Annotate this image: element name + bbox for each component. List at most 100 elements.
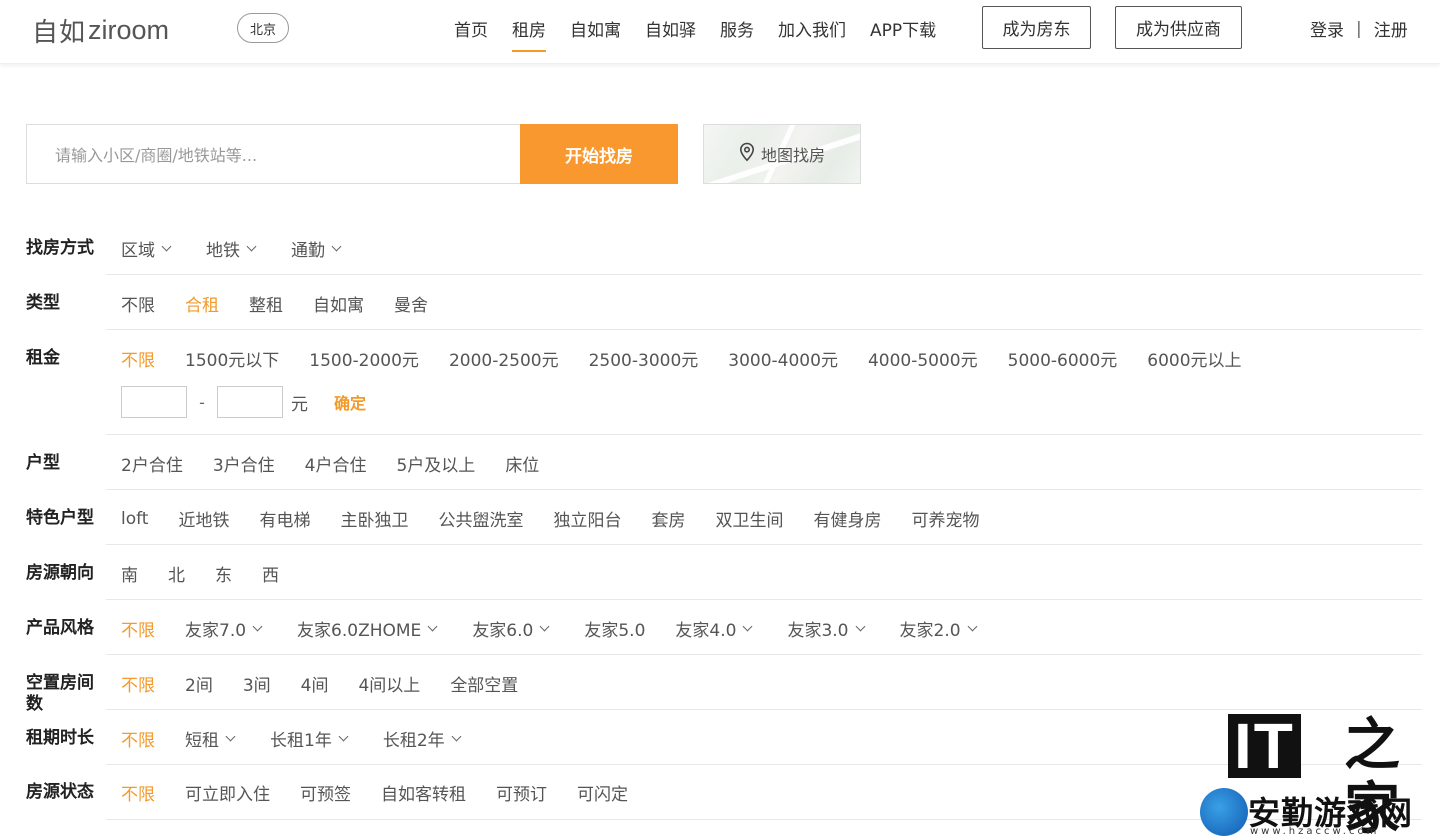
vacant-option[interactable]: 不限 <box>121 671 155 696</box>
nav-app-download[interactable]: APP下载 <box>870 0 936 56</box>
style-option[interactable]: 友家6.0ZHOME <box>297 616 438 641</box>
search-input[interactable]: 请输入小区/商圈/地铁站等... <box>26 124 520 184</box>
type-option-any[interactable]: 不限 <box>121 291 155 316</box>
chevron-down-icon <box>246 241 257 251</box>
method-option-commute[interactable]: 通勤 <box>291 236 342 261</box>
filter-options: 不限 友家7.0 友家6.0ZHOME 友家6.0 友家5.0 友家4.0 友家… <box>121 616 977 641</box>
style-option[interactable]: 不限 <box>121 616 155 641</box>
filter-label: 找房方式 <box>26 238 94 258</box>
divider <box>106 489 1422 490</box>
method-option-subway[interactable]: 地铁 <box>206 236 257 261</box>
rent-option[interactable]: 1500-2000元 <box>309 346 419 371</box>
layout-option[interactable]: 3户合住 <box>213 451 275 476</box>
vacant-option[interactable]: 3间 <box>243 671 271 696</box>
divider <box>106 599 1422 600</box>
orientation-option[interactable]: 东 <box>215 561 232 586</box>
method-option-district[interactable]: 区域 <box>121 236 172 261</box>
feature-option[interactable]: 双卫生间 <box>715 506 783 531</box>
search-button[interactable]: 开始找房 <box>520 124 678 184</box>
filter-options: loft 近地铁 有电梯 主卧独卫 公共盥洗室 独立阳台 套房 双卫生间 有健身… <box>121 506 979 532</box>
chevron-down-icon <box>539 621 550 631</box>
lease-option[interactable]: 短租 <box>185 726 236 751</box>
nav-rent[interactable]: 租房 <box>512 0 546 56</box>
feature-option[interactable]: 有健身房 <box>813 506 881 531</box>
filter-label: 房源状态 <box>26 782 94 802</box>
nav-ziroom-station[interactable]: 自如驿 <box>645 0 696 56</box>
type-option-manshe[interactable]: 曼舍 <box>394 291 428 316</box>
ziroom-logo[interactable]: 自如 ziroom <box>32 12 169 48</box>
nav-ziroom-apartment[interactable]: 自如寓 <box>570 0 621 56</box>
vacant-option[interactable]: 2间 <box>185 671 213 696</box>
chevron-down-icon <box>451 731 462 741</box>
rent-option[interactable]: 不限 <box>121 346 155 371</box>
chevron-down-icon <box>331 241 342 251</box>
become-landlord-button[interactable]: 成为房东 <box>982 6 1091 49</box>
status-option[interactable]: 可立即入住 <box>185 780 270 805</box>
orientation-option[interactable]: 西 <box>262 561 279 586</box>
rent-confirm-button[interactable]: 确定 <box>334 390 366 414</box>
style-option[interactable]: 友家4.0 <box>675 616 753 641</box>
feature-option[interactable]: loft <box>121 509 148 529</box>
rent-max-input[interactable] <box>217 386 283 418</box>
status-option[interactable]: 可预订 <box>496 780 547 805</box>
become-supplier-button[interactable]: 成为供应商 <box>1115 6 1242 49</box>
orientation-option[interactable]: 南 <box>121 561 138 586</box>
feature-option[interactable]: 独立阳台 <box>553 506 621 531</box>
city-selector[interactable]: 北京 <box>237 13 289 43</box>
vacant-option[interactable]: 全部空置 <box>450 671 518 696</box>
lease-option[interactable]: 不限 <box>121 726 155 751</box>
filter-label: 房源朝向 <box>26 563 94 583</box>
style-option[interactable]: 友家7.0 <box>185 616 263 641</box>
login-link[interactable]: 登录 <box>1310 16 1344 41</box>
layout-option[interactable]: 4户合住 <box>305 451 367 476</box>
status-option[interactable]: 不限 <box>121 780 155 805</box>
option-text: 友家6.0 <box>472 621 534 641</box>
status-option[interactable]: 可闪定 <box>577 780 628 805</box>
orientation-option[interactable]: 北 <box>168 561 185 586</box>
nav-service[interactable]: 服务 <box>720 0 754 56</box>
lease-option[interactable]: 长租1年 <box>270 726 349 751</box>
rent-option[interactable]: 3000-4000元 <box>728 346 838 371</box>
map-search-button[interactable]: 地图找房 <box>703 124 861 184</box>
feature-option[interactable]: 有电梯 <box>259 506 310 531</box>
layout-option[interactable]: 2户合住 <box>121 451 183 476</box>
chevron-down-icon <box>743 621 753 631</box>
chevron-down-icon <box>225 731 236 741</box>
filter-label: 空置房间数 <box>26 673 94 714</box>
rent-option[interactable]: 2000-2500元 <box>449 346 559 371</box>
map-search-label: 地图找房 <box>760 146 825 165</box>
status-option[interactable]: 自如客转租 <box>381 780 466 805</box>
layout-option[interactable]: 5户及以上 <box>396 451 475 476</box>
filter-label: 租期时长 <box>26 728 94 748</box>
filter-label: 产品风格 <box>26 618 94 638</box>
rent-option[interactable]: 6000元以上 <box>1147 346 1241 371</box>
feature-option[interactable]: 近地铁 <box>178 506 229 531</box>
type-option-whole[interactable]: 整租 <box>249 291 283 316</box>
vacant-option[interactable]: 4间以上 <box>358 671 420 696</box>
style-option[interactable]: 友家2.0 <box>900 616 977 641</box>
style-option[interactable]: 友家5.0 <box>584 616 645 641</box>
layout-option[interactable]: 床位 <box>505 451 539 476</box>
rent-option[interactable]: 4000-5000元 <box>868 346 978 371</box>
feature-option[interactable]: 主卧独卫 <box>340 506 408 531</box>
watermark: IT 之家 安勤游戏网 www.hzaccw.com <box>1196 710 1436 840</box>
rent-option[interactable]: 5000-6000元 <box>1008 346 1118 371</box>
rent-option[interactable]: 1500元以下 <box>185 346 279 371</box>
lease-option[interactable]: 长租2年 <box>383 726 462 751</box>
register-link[interactable]: 注册 <box>1374 16 1408 41</box>
chevron-down-icon <box>427 621 438 631</box>
rent-min-input[interactable] <box>121 386 187 418</box>
type-option-ziroom-apartment[interactable]: 自如寓 <box>313 291 364 316</box>
nav-join-us[interactable]: 加入我们 <box>778 0 846 56</box>
type-option-shared[interactable]: 合租 <box>185 291 219 316</box>
vacant-option[interactable]: 4间 <box>301 671 329 696</box>
feature-option[interactable]: 公共盥洗室 <box>438 506 523 531</box>
style-option[interactable]: 友家6.0 <box>472 616 550 641</box>
filter-options: 区域 地铁 通勤 <box>121 236 342 261</box>
feature-option[interactable]: 套房 <box>651 506 685 531</box>
feature-option[interactable]: 可养宠物 <box>911 506 979 531</box>
status-option[interactable]: 可预签 <box>300 780 351 805</box>
nav-home[interactable]: 首页 <box>454 0 488 56</box>
rent-option[interactable]: 2500-3000元 <box>589 346 699 371</box>
style-option[interactable]: 友家3.0 <box>787 616 865 641</box>
